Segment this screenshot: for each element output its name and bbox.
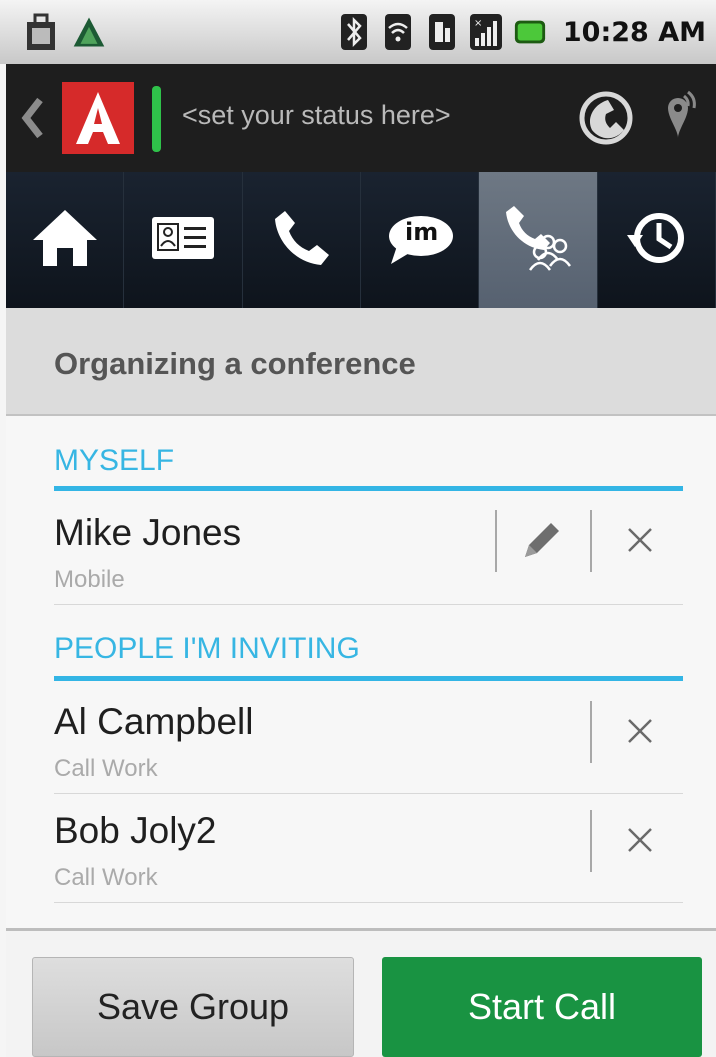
participant-row[interactable]: Bob Joly2 Call Work [54,794,683,903]
action-separator [495,510,497,572]
clock: 10:28 AM [562,16,706,48]
nav-history[interactable] [598,172,716,308]
signal-icon: × [469,12,503,52]
nav-conference[interactable] [479,172,598,308]
participant-row[interactable]: Al Campbell Call Work [54,681,683,794]
presence-indicator [152,86,161,152]
action-separator [590,810,592,872]
app-screen: × 10:28 AM <set your status here> im Org… [0,0,716,1057]
remove-button[interactable] [616,707,664,759]
call-forward-icon[interactable] [572,86,638,154]
action-separator [590,701,592,763]
im-label: im [405,218,439,246]
status-bar: × 10:28 AM [0,0,716,64]
footer-bar: Save Group Start Call [6,931,716,1057]
participant-name: Bob Joly2 [54,810,217,851]
close-icon [627,827,653,857]
nav-bar: im [6,172,716,308]
remove-button[interactable] [616,516,664,568]
nav-home[interactable] [6,172,125,308]
contact-card-icon [150,215,216,265]
battery-icon [513,12,547,52]
app-triangle-icon [72,12,106,52]
remove-button[interactable] [616,816,664,868]
svg-text:×: × [474,18,482,29]
participant-row-self[interactable]: Mike Jones Mobile [54,492,683,605]
conference-icon [502,202,574,278]
wifi-icon [381,12,415,52]
page-title: Organizing a conference [54,346,416,381]
participant-name: Al Campbell [54,701,254,742]
nav-contacts[interactable] [124,172,243,308]
bag-icon [24,12,58,52]
im-bubble-icon: im [385,212,455,268]
back-chevron-icon[interactable] [20,94,46,146]
app-header: <set your status here> [6,64,716,172]
edit-button[interactable] [514,514,570,570]
bluetooth-icon [337,12,371,52]
save-group-button[interactable]: Save Group [32,957,354,1057]
history-icon [625,207,687,273]
conference-content: MYSELF Mike Jones Mobile PEOPLE I'M INVI… [6,416,716,928]
app-logo[interactable] [62,82,134,154]
section-heading-invitees: PEOPLE I'M INVITING [54,632,360,665]
section-divider [54,486,683,491]
close-icon [627,527,653,557]
title-band: Organizing a conference [6,308,716,416]
participant-number-type: Call Work [54,864,158,891]
location-icon[interactable] [654,86,698,154]
nav-im[interactable]: im [361,172,480,308]
data-icon [425,12,459,52]
section-heading-myself: MYSELF [54,444,175,477]
action-separator [590,510,592,572]
phone-icon [271,207,331,273]
status-input[interactable]: <set your status here> [182,100,451,131]
home-icon [31,208,99,272]
start-call-button[interactable]: Start Call [382,957,702,1057]
participant-number-type: Mobile [54,566,125,593]
pencil-icon [519,517,565,567]
participant-name: Mike Jones [54,512,242,553]
participant-number-type: Call Work [54,755,158,782]
close-icon [627,718,653,748]
nav-phone[interactable] [243,172,361,308]
